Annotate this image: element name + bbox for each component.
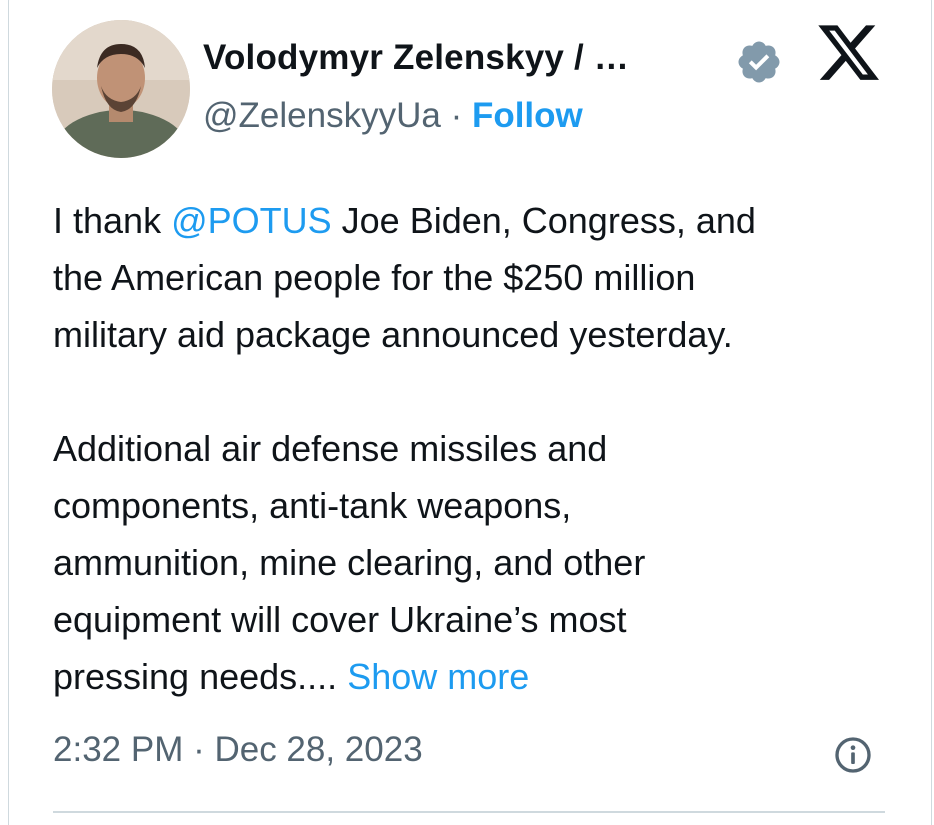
tweet-text-line5: components, anti-tank weapons,	[53, 485, 572, 526]
timestamp[interactable]: 2:32 PM · Dec 28, 2023	[53, 730, 423, 770]
tweet-text-line4: Additional air defense missiles and	[53, 428, 608, 469]
avatar[interactable]	[52, 20, 190, 158]
tweet-text-line2: the American people for the $250 million	[53, 257, 696, 298]
tweet-text-prefix: I thank	[53, 200, 172, 241]
verified-badge-icon	[738, 41, 780, 83]
tweet-text-line1-rest: Joe Biden, Congress, and	[331, 200, 756, 241]
tweet-text: I thank @POTUS Joe Biden, Congress, and …	[53, 192, 903, 705]
author-name[interactable]: Volodymyr Zelenskyy / …	[203, 38, 629, 78]
follow-button[interactable]: Follow	[472, 96, 583, 135]
mention-link[interactable]: @POTUS	[171, 200, 332, 241]
tweet-paragraph-1: I thank @POTUS Joe Biden, Congress, and …	[53, 192, 903, 363]
info-icon[interactable]	[833, 735, 873, 775]
separator-dot: ·	[450, 96, 463, 135]
tweet-text-line8: pressing needs....	[53, 656, 338, 697]
handle-row: @ZelenskyyUa · Follow	[203, 96, 583, 136]
tweet-text-line7: equipment will cover Ukraine’s most	[53, 599, 627, 640]
show-more-link[interactable]: Show more	[347, 656, 529, 697]
author-handle[interactable]: @ZelenskyyUa	[203, 96, 441, 135]
tweet-paragraph-2: Additional air defense missiles and comp…	[53, 420, 903, 705]
x-logo-icon[interactable]	[816, 24, 882, 84]
divider	[53, 811, 885, 813]
tweet-text-line3: military aid package announced yesterday…	[53, 314, 733, 355]
avatar-photo-icon	[52, 20, 190, 158]
tweet-text-line6: ammunition, mine clearing, and other	[53, 542, 646, 583]
